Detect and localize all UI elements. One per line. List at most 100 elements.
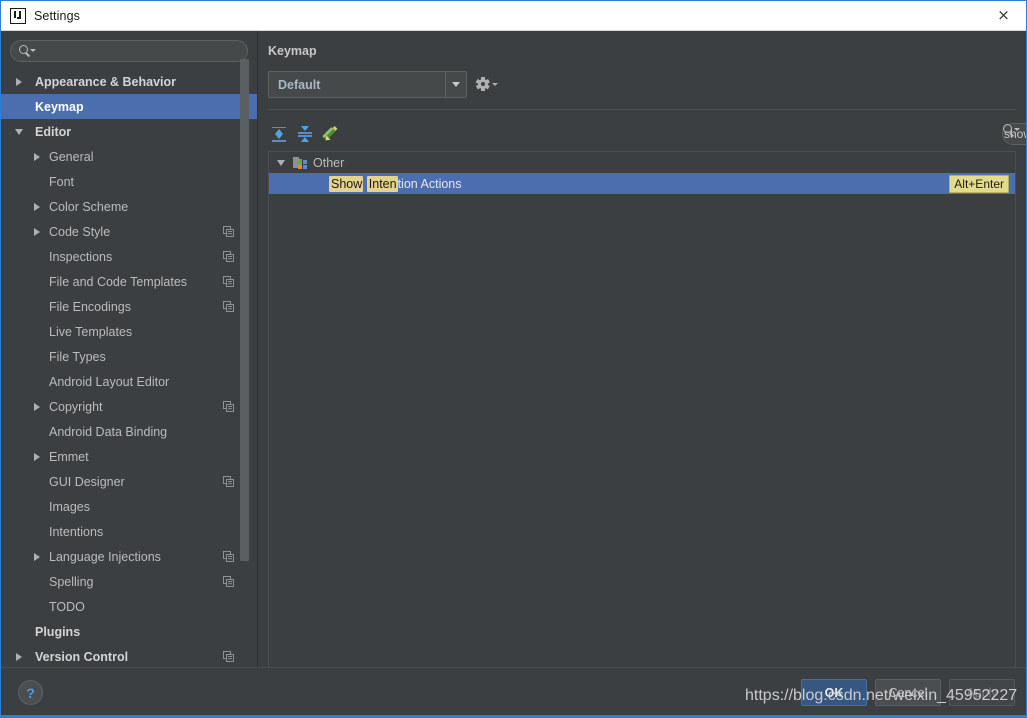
copy-icon [223,650,235,663]
sidebar-item-appearance-behavior[interactable]: Appearance & Behavior [1,69,257,94]
sidebar-item-intentions[interactable]: Intentions [1,519,257,544]
sidebar-item-label: GUI Designer [49,474,125,489]
sidebar-item-spelling[interactable]: Spelling [1,569,257,594]
sidebar-search-input[interactable] [36,44,247,58]
expand-all-icon [271,126,287,142]
search-icon [19,44,36,58]
sidebar-item-language-injections[interactable]: Language Injections [1,544,257,569]
sidebar-item-label: Copyright [49,399,103,414]
chevron-right-icon[interactable] [34,402,40,411]
sidebar-item-gui-designer[interactable]: GUI Designer [1,469,257,494]
sidebar-item-version-control[interactable]: Version Control [1,644,257,667]
keymap-search-box[interactable]: × [1002,123,1026,145]
dialog-footer: ? OK Cancel Apply [1,667,1026,717]
sidebar-item-code-style[interactable]: Code Style [1,219,257,244]
chevron-down-icon[interactable] [445,72,466,97]
sidebar-item-plugins[interactable]: Plugins [1,619,257,644]
sidebar-item-file-encodings[interactable]: File Encodings [1,294,257,319]
edit-shortcut-button[interactable] [320,123,342,145]
sidebar-item-label: Editor [35,124,72,139]
title-bar: Settings × [1,1,1026,31]
sidebar-item-copyright[interactable]: Copyright [1,394,257,419]
chevron-right-icon[interactable] [34,202,40,211]
sidebar-item-file-types[interactable]: File Types [1,344,257,369]
panel-divider [268,109,1016,110]
chevron-right-icon[interactable] [34,227,40,236]
sidebar-item-label: Intentions [49,524,104,539]
pencil-icon [322,125,339,143]
sidebar-search-box[interactable] [10,40,248,62]
copy-icon [223,275,235,288]
sidebar-item-label: Live Templates [49,324,133,339]
table-row[interactable]: Show Intention Actions Alt+Enter [269,173,1015,194]
sidebar-item-font[interactable]: Font [1,169,257,194]
sidebar-item-label: Font [49,174,75,189]
chevron-down-icon[interactable] [277,159,285,166]
action-label: Show Intention Actions [329,175,462,192]
chevron-right-icon[interactable] [34,152,40,161]
sidebar-item-images[interactable]: Images [1,494,257,519]
copy-icon [223,225,235,238]
sidebar-item-live-templates[interactable]: Live Templates [1,319,257,344]
sidebar-item-label: Plugins [35,624,81,639]
cancel-button[interactable]: Cancel [875,679,941,706]
tree-group-other[interactable]: Other [269,152,1015,173]
sidebar-item-android-data-binding[interactable]: Android Data Binding [1,419,257,444]
copy-icon [223,575,235,588]
action-label-suffix: tion Actions [397,176,462,191]
chevron-down-icon[interactable] [15,128,23,135]
sidebar-item-todo[interactable]: TODO [1,594,257,619]
keymap-panel: Keymap Default show inten Other Show Int… [258,31,1026,679]
copy-icon [223,250,235,263]
sidebar-item-label: Color Scheme [49,199,129,214]
shortcut-badge: Alt+Enter [949,174,1009,193]
sidebar-scrollbar-track[interactable] [240,31,253,629]
help-button[interactable]: ? [18,680,43,705]
action-label-match-1: Show [329,175,364,192]
expand-all-button[interactable] [268,123,290,145]
settings-sidebar: Appearance & Behavior Keymap Editor General… [1,31,257,667]
chevron-right-icon[interactable] [16,652,22,661]
sidebar-item-label: Inspections [49,249,113,264]
chevron-down-icon [492,83,498,86]
chevron-right-icon[interactable] [34,452,40,461]
sidebar-item-android-layout-editor[interactable]: Android Layout Editor [1,369,257,394]
chevron-right-icon[interactable] [34,552,40,561]
sidebar-item-file-and-code-templates[interactable]: File and Code Templates [1,269,257,294]
close-icon[interactable]: × [981,1,1026,30]
sidebar-tree[interactable]: Appearance & Behavior Keymap Editor General… [1,69,257,667]
keymap-actions-tree[interactable]: Other Show Intention Actions Alt+Enter [268,151,1016,679]
sidebar-item-label: File Types [49,349,106,364]
sidebar-item-label: File Encodings [49,299,131,314]
keymap-toolbar [268,121,1016,147]
copy-icon [223,475,235,488]
sidebar-item-emmet[interactable]: Emmet [1,444,257,469]
gear-icon [476,77,490,91]
sidebar-item-label: Images [49,499,90,514]
sidebar-item-editor[interactable]: Editor [1,119,257,144]
sidebar-item-label: Version Control [35,649,129,664]
window-title: Settings [34,8,80,23]
sidebar-item-inspections[interactable]: Inspections [1,244,257,269]
copy-icon [223,300,235,313]
keymap-scheme-select[interactable]: Default [268,71,467,98]
sidebar-item-label: General [49,149,94,164]
sidebar-item-label: Emmet [49,449,89,464]
sidebar-item-label: Spelling [49,574,94,589]
page-title: Keymap [268,44,317,58]
chevron-right-icon[interactable] [16,77,22,86]
ok-button[interactable]: OK [801,679,867,706]
sidebar-item-general[interactable]: General [1,144,257,169]
copy-icon [223,550,235,563]
sidebar-item-label: TODO [49,599,85,614]
sidebar-item-label: Android Data Binding [49,424,168,439]
collapse-all-icon [297,126,313,142]
keymap-scheme-value: Default [278,77,321,92]
sidebar-item-keymap[interactable]: Keymap [1,94,257,119]
keymap-settings-gear-button[interactable] [476,77,502,93]
settings-dialog: Settings × Appearance & Behavior Keymap Ed… [0,0,1027,718]
sidebar-item-color-scheme[interactable]: Color Scheme [1,194,257,219]
collapse-all-button[interactable] [294,123,316,145]
sidebar-item-label: File and Code Templates [49,274,188,289]
sidebar-scrollbar-thumb[interactable] [240,59,249,561]
